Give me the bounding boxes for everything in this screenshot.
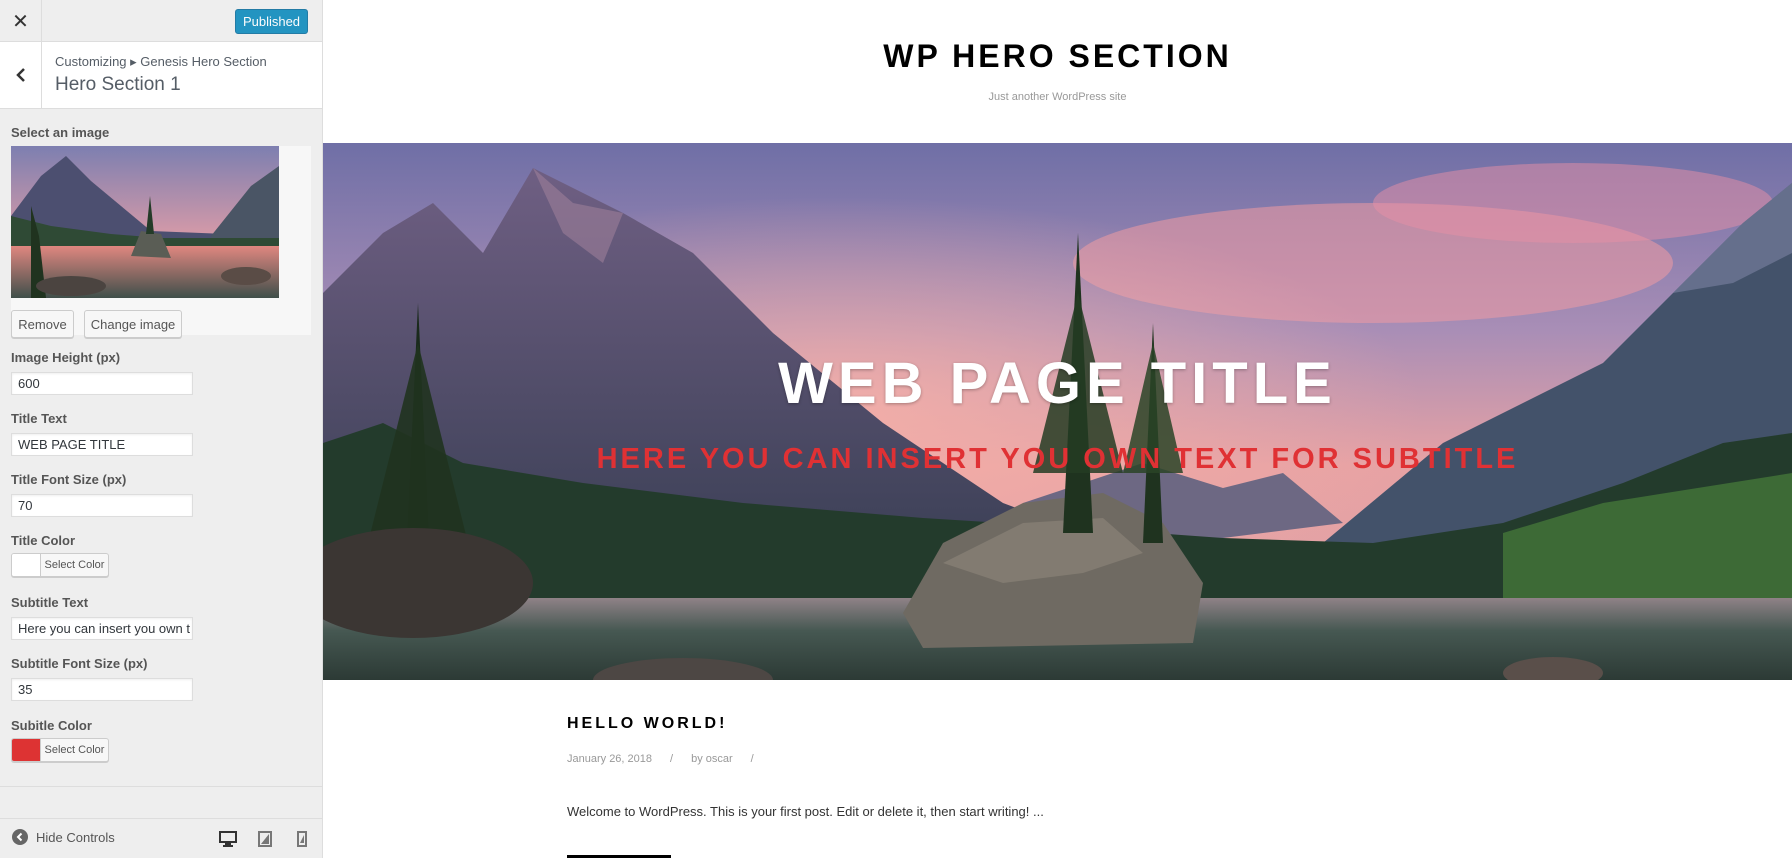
hero-image-thumbnail[interactable] — [11, 146, 279, 298]
publish-button[interactable]: Published — [235, 9, 308, 34]
subtitle-font-size-input[interactable]: 35 — [11, 678, 193, 701]
tablet-preview-button[interactable] — [253, 827, 277, 851]
subtitle-color-button-label: Select Color — [44, 744, 105, 756]
customizer-header: ✕ Published — [0, 0, 322, 42]
tablet-icon — [258, 831, 272, 847]
image-height-label: Image Height (px) — [11, 350, 121, 365]
title-color-button-label: Select Color — [44, 559, 105, 571]
image-label: Select an image — [11, 125, 110, 140]
section-header: Customizing ▸ Genesis Hero Section Hero … — [0, 42, 322, 109]
divider — [0, 786, 322, 787]
remove-image-button[interactable]: Remove — [11, 310, 74, 338]
subtitle-color-swatch — [12, 739, 41, 761]
hero-title: WEB PAGE TITLE — [778, 351, 1337, 416]
hero-subtitle: HERE YOU CAN INSERT YOU OWN TEXT FOR SUB… — [596, 443, 1519, 475]
section-title: Hero Section 1 — [55, 74, 181, 95]
back-button[interactable] — [0, 42, 42, 108]
post-author[interactable]: by oscar — [691, 753, 733, 765]
customizer-sidebar: ✕ Published Customizing ▸ Genesis Hero S… — [0, 0, 323, 858]
title-text-input[interactable]: WEB PAGE TITLE — [11, 433, 193, 456]
subtitle-text-label: Subtitle Text — [11, 595, 89, 610]
image-height-input[interactable]: 600 — [11, 372, 193, 395]
hide-controls-button[interactable]: Hide Controls — [12, 829, 115, 845]
post-excerpt: Welcome to WordPress. This is your first… — [567, 804, 1044, 819]
site-preview: WP HERO SECTION Just another WordPress s… — [323, 0, 1792, 858]
post-title[interactable]: HELLO WORLD! — [567, 715, 727, 733]
collapse-arrow-icon — [12, 829, 28, 845]
desktop-icon — [219, 831, 237, 847]
subtitle-color-label: Subitle Color — [11, 718, 92, 733]
customizer-footer: Hide Controls — [0, 818, 322, 858]
mobile-preview-button[interactable] — [290, 827, 314, 851]
post-date[interactable]: January 26, 2018 — [567, 753, 652, 765]
title-color-label: Title Color — [11, 533, 76, 548]
post-meta: January 26, 2018 / by oscar / — [567, 753, 754, 765]
mobile-icon — [297, 831, 307, 847]
site-title[interactable]: WP HERO SECTION — [323, 38, 1792, 75]
title-text-label: Title Text — [11, 411, 67, 426]
title-font-size-input[interactable]: 70 — [11, 494, 193, 517]
meta-separator: / — [670, 753, 674, 765]
site-description: Just another WordPress site — [988, 91, 1127, 103]
meta-separator: / — [750, 753, 754, 765]
image-control: Remove Change image — [11, 146, 311, 338]
close-icon: ✕ — [12, 10, 29, 33]
title-font-size-label: Title Font Size (px) — [11, 472, 127, 487]
close-customizer-button[interactable]: ✕ — [0, 0, 42, 42]
hero-section: WEB PAGE TITLE HERE YOU CAN INSERT YOU O… — [323, 143, 1792, 680]
change-image-button[interactable]: Change image — [84, 310, 182, 338]
breadcrumb: Customizing ▸ Genesis Hero Section — [55, 54, 267, 69]
hide-controls-label: Hide Controls — [36, 829, 115, 845]
title-color-swatch — [12, 554, 41, 576]
chevron-left-icon — [15, 68, 25, 82]
subtitle-text-input[interactable]: Here you can insert you own t — [11, 617, 193, 640]
desktop-preview-button[interactable] — [216, 827, 240, 851]
subtitle-font-size-label: Subtitle Font Size (px) — [11, 656, 148, 671]
subtitle-color-picker[interactable]: Select Color — [11, 738, 109, 762]
title-color-picker[interactable]: Select Color — [11, 553, 109, 577]
